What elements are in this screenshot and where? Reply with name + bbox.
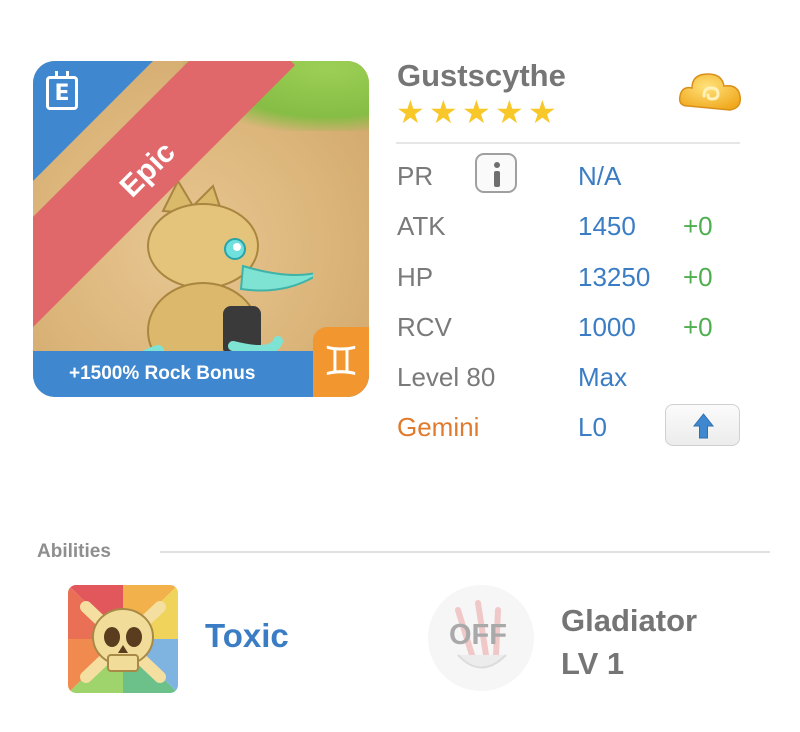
monster-portrait[interactable]: E Epic +1500% Rock Bonus ♊ <box>33 61 369 397</box>
zodiac-glyph: ♊ <box>323 340 359 384</box>
level-label: Level 80 <box>397 362 496 392</box>
element-bonus-text: +1500% Rock Bonus <box>69 363 256 384</box>
atk-value: 1450 <box>578 211 636 241</box>
star-icon: ★ <box>396 93 425 131</box>
zodiac-upgrade-button[interactable] <box>665 404 740 446</box>
info-icon-dot <box>494 162 500 168</box>
header-divider <box>396 142 740 144</box>
pr-label: PR <box>397 161 434 191</box>
hp-label: HP <box>397 262 434 292</box>
ability-gladiator-level: LV 1 <box>561 646 625 681</box>
star-icon: ★ <box>429 93 458 131</box>
level-value: Max <box>578 362 628 392</box>
gold-cloud-icon[interactable] <box>678 66 742 118</box>
info-button[interactable] <box>475 153 517 193</box>
element-bonus-bar: +1500% Rock Bonus ♊ <box>33 327 369 397</box>
ability-toxic-name[interactable]: Toxic <box>205 617 289 655</box>
pr-value: N/A <box>578 161 622 191</box>
info-icon-bar <box>494 171 500 187</box>
arrow-up-icon <box>692 413 715 439</box>
skull-icon[interactable] <box>68 585 178 693</box>
ability-state-off: OFF <box>449 619 507 651</box>
star-rating: ★ ★ ★ ★ ★ <box>396 93 558 131</box>
abilities-title: Abilities <box>37 541 111 562</box>
atk-delta: +0 <box>683 211 713 241</box>
atk-label: ATK <box>397 211 446 241</box>
calendar-letter: E <box>54 81 70 106</box>
zodiac-label: Gemini <box>397 412 480 442</box>
rcv-delta: +0 <box>683 312 713 342</box>
star-icon: ★ <box>528 93 557 131</box>
zodiac-level-value: L0 <box>578 412 607 442</box>
star-icon: ★ <box>495 93 524 131</box>
zodiac-gemini-icon: ♊ <box>313 327 369 397</box>
monster-name: Gustscythe <box>397 58 566 93</box>
hp-value: 13250 <box>578 262 651 292</box>
calendar-icon: E <box>46 71 78 110</box>
abilities-divider <box>160 551 770 553</box>
ability-gladiator-name[interactable]: Gladiator <box>561 603 697 639</box>
rcv-value: 1000 <box>578 312 636 342</box>
hp-delta: +0 <box>683 262 713 292</box>
rcv-label: RCV <box>397 312 452 342</box>
star-icon: ★ <box>462 93 491 131</box>
